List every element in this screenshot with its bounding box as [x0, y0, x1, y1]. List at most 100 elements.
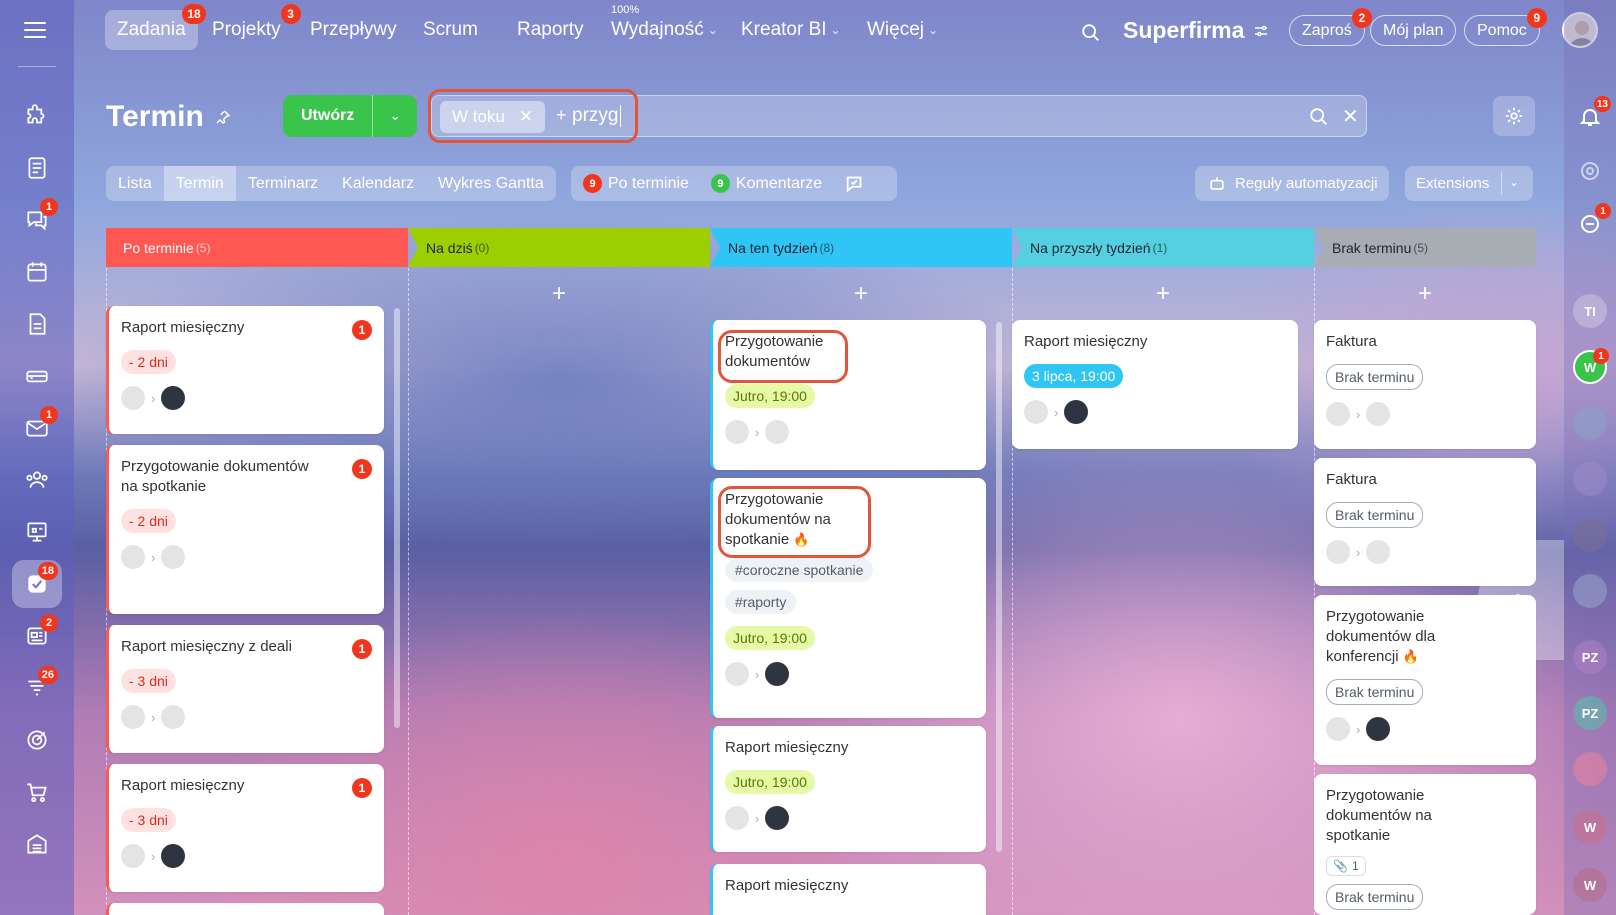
tab-lista[interactable]: Lista — [106, 166, 164, 201]
task-title[interactable]: Faktura — [1326, 470, 1524, 490]
responsible-avatar[interactable] — [161, 386, 186, 410]
responsible-avatar[interactable] — [765, 662, 790, 686]
creator-avatar[interactable] — [725, 806, 749, 830]
sidebar-item-tasks[interactable]: 18 — [12, 560, 62, 608]
counter-overdue[interactable]: 9 Po terminie — [583, 174, 689, 193]
rs-item-chat[interactable]: 1 — [1573, 203, 1611, 241]
creator-avatar[interactable] — [725, 662, 749, 686]
clear-icon[interactable]: ✕ — [1342, 104, 1359, 129]
task-card[interactable]: Raport miesięczny 1 - 3 dni › — [106, 764, 384, 892]
tab-gantt[interactable]: Wykres Gantta — [426, 166, 556, 201]
search-icon[interactable] — [1080, 22, 1102, 44]
creator-avatar[interactable] — [121, 844, 145, 868]
menu-icon[interactable] — [24, 22, 46, 40]
task-card[interactable]: Raport miesięczny — [710, 864, 986, 915]
task-tag[interactable]: #coroczne spotkanie — [725, 558, 874, 582]
responsible-avatar[interactable] — [765, 420, 790, 444]
sidebar-item-docs[interactable] — [12, 300, 62, 348]
rs-avatar-pz2[interactable]: PZ — [1573, 696, 1607, 730]
rs-avatar-3[interactable] — [1573, 518, 1607, 552]
rs-video-call[interactable] — [1573, 752, 1607, 786]
sidebar-item-calendar[interactable] — [12, 248, 62, 296]
task-title[interactable]: Raport miesięczny — [121, 776, 372, 796]
sidebar-item-groups[interactable] — [12, 456, 62, 504]
chevron-down-icon[interactable]: ⌄ — [1509, 175, 1519, 189]
creator-avatar[interactable] — [725, 420, 749, 444]
task-title[interactable]: Raport miesięczny — [1024, 332, 1286, 352]
search-icon[interactable] — [1308, 106, 1330, 128]
topnav-kreator-bi[interactable]: Kreator BI ⌄ — [729, 10, 853, 50]
topnav-wiecej[interactable]: Więcej ⌄ — [855, 10, 950, 50]
responsible-avatar[interactable] — [1366, 402, 1391, 426]
notifications-button[interactable]: 13 — [1573, 96, 1611, 134]
rs-avatar-4[interactable] — [1573, 574, 1607, 608]
company-brand[interactable]: Superfirma — [1123, 17, 1270, 44]
pin-icon[interactable] — [214, 108, 232, 126]
deadline-badge[interactable]: Jutro, 19:00 — [725, 626, 815, 650]
sidebar-item-chat[interactable]: 1 — [12, 196, 62, 244]
creator-avatar[interactable] — [121, 545, 145, 569]
deadline-badge[interactable]: Brak terminu — [1326, 502, 1424, 528]
deadline-badge[interactable]: - 2 dni — [121, 350, 176, 374]
tab-kalendarz[interactable]: Kalendarz — [330, 166, 426, 201]
topnav-wydajnosc[interactable]: 100% Wydajność ⌄ — [599, 4, 730, 50]
task-title[interactable]: Przygotowanie dokumentów na spotkanie — [121, 457, 321, 497]
deadline-badge[interactable]: Jutro, 19:00 — [725, 770, 815, 794]
sidebar-item-shop[interactable] — [12, 768, 62, 816]
creator-avatar[interactable] — [1326, 402, 1350, 426]
invite-button[interactable]: Zaproś 2 — [1289, 8, 1372, 46]
creator-avatar[interactable] — [1024, 400, 1048, 424]
rs-avatar-w2[interactable]: W — [1573, 810, 1607, 844]
automation-rules-button[interactable]: Reguły automatyzacji — [1195, 166, 1389, 201]
sidebar-item-goals[interactable] — [12, 716, 62, 764]
attachment-count[interactable]: 📎 1 — [1326, 856, 1366, 876]
rs-avatar-1[interactable] — [1573, 406, 1607, 440]
task-card[interactable]: Faktura Brak terminu › — [1314, 320, 1536, 449]
rs-avatar-w[interactable]: W 1 — [1573, 348, 1609, 384]
column-scrollbar[interactable] — [996, 322, 1002, 852]
task-card[interactable]: Przygotowanie dokumentów na spotkanie 📎 1… — [1314, 774, 1536, 915]
topnav-przeplywy[interactable]: Przepływy — [298, 10, 409, 50]
rs-item-pulse[interactable] — [1573, 154, 1607, 188]
responsible-avatar[interactable] — [1366, 717, 1391, 741]
add-task-plus-icon[interactable]: + — [710, 280, 1012, 308]
sidebar-item-feed[interactable] — [12, 144, 62, 192]
topnav-raporty[interactable]: Raporty — [505, 10, 596, 50]
help-button[interactable]: Pomoc 9 — [1464, 8, 1547, 46]
creator-avatar[interactable] — [1326, 540, 1350, 564]
task-card[interactable]: Raport miesięczny 3 lipca, 19:00 › — [1012, 320, 1298, 449]
rs-avatar-pz1[interactable]: PZ — [1573, 640, 1607, 674]
tab-terminarz[interactable]: Terminarz — [236, 166, 330, 201]
sidebar-item-warehouse[interactable] — [12, 820, 62, 868]
task-title[interactable]: Raport miesięczny — [121, 318, 372, 338]
deadline-badge[interactable]: Brak terminu — [1326, 679, 1424, 705]
responsible-avatar[interactable] — [765, 806, 790, 830]
rs-avatar-ti[interactable]: TI — [1573, 294, 1607, 328]
responsible-avatar[interactable] — [1064, 400, 1089, 424]
task-card[interactable]: Raport miesięczny Jutro, 19:00 › — [710, 726, 986, 852]
deadline-badge[interactable]: 3 lipca, 19:00 — [1024, 364, 1124, 388]
deadline-badge[interactable]: - 3 dni — [121, 808, 176, 832]
responsible-avatar[interactable] — [161, 545, 186, 569]
responsible-avatar[interactable] — [1366, 540, 1391, 564]
creator-avatar[interactable] — [1326, 717, 1350, 741]
sidebar-item-news[interactable]: 2 — [12, 612, 62, 660]
task-card[interactable] — [106, 903, 384, 915]
sidebar-item-drive[interactable] — [12, 352, 62, 400]
add-task-plus-icon[interactable]: + — [1314, 280, 1536, 308]
read-all-icon[interactable] — [844, 173, 866, 195]
creator-avatar[interactable] — [121, 705, 145, 729]
deadline-badge[interactable]: Jutro, 19:00 — [725, 384, 815, 408]
column-scrollbar[interactable] — [394, 308, 400, 728]
creator-avatar[interactable] — [121, 386, 145, 410]
create-button[interactable]: Utwórz ⌄ — [283, 95, 417, 137]
topnav-projekty[interactable]: Projekty 3 — [200, 4, 301, 50]
my-plan-button[interactable]: Mój plan — [1370, 15, 1457, 46]
deadline-badge[interactable]: - 3 dni — [121, 669, 176, 693]
sidebar-item-mail[interactable]: 1 — [12, 404, 62, 452]
rs-avatar-2[interactable] — [1573, 462, 1607, 496]
task-card[interactable]: Raport miesięczny z deali 1 - 3 dni › — [106, 625, 384, 753]
deadline-badge[interactable]: - 2 dni — [121, 509, 176, 533]
topnav-zadania[interactable]: Zadania 18 — [105, 4, 206, 50]
chevron-down-icon[interactable]: ⌄ — [373, 108, 417, 124]
